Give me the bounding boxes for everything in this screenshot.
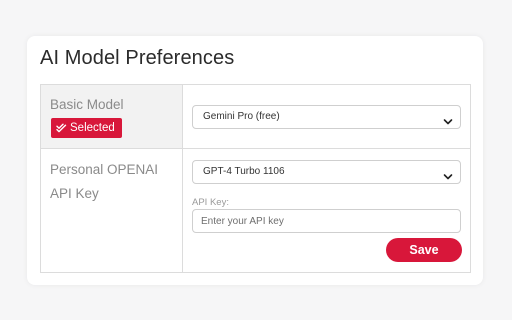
- preferences-card: AI Model Preferences Basic Model Selecte…: [27, 36, 483, 285]
- openai-model-select[interactable]: GPT-4 Turbo 1106: [192, 160, 461, 184]
- basic-model-select[interactable]: Gemini Pro (free): [192, 105, 461, 129]
- basic-model-select-value: Gemini Pro (free): [203, 111, 280, 122]
- basic-model-label: Basic Model: [50, 97, 124, 112]
- page-title: AI Model Preferences: [40, 47, 235, 69]
- chevron-down-icon: [443, 168, 453, 190]
- openai-model-select-value: GPT-4 Turbo 1106: [203, 166, 285, 177]
- api-key-label: API Key:: [192, 197, 229, 208]
- personal-openai-label: Personal OPENAI API Key: [50, 162, 159, 201]
- basic-model-row: Basic Model Selected Gemini Pro (free): [41, 85, 470, 149]
- selected-badge: Selected: [51, 118, 122, 138]
- personal-openai-row: Personal OPENAI API Key GPT-4 Turbo 1106…: [41, 149, 470, 272]
- save-button[interactable]: Save: [386, 238, 462, 262]
- chevron-down-icon: [443, 113, 453, 135]
- preferences-table: Basic Model Selected Gemini Pro (free) P…: [40, 84, 471, 273]
- api-key-input[interactable]: [192, 209, 461, 233]
- column-divider: [182, 149, 183, 272]
- column-divider: [182, 85, 183, 148]
- double-check-icon: [56, 123, 67, 133]
- selected-badge-label: Selected: [70, 122, 115, 134]
